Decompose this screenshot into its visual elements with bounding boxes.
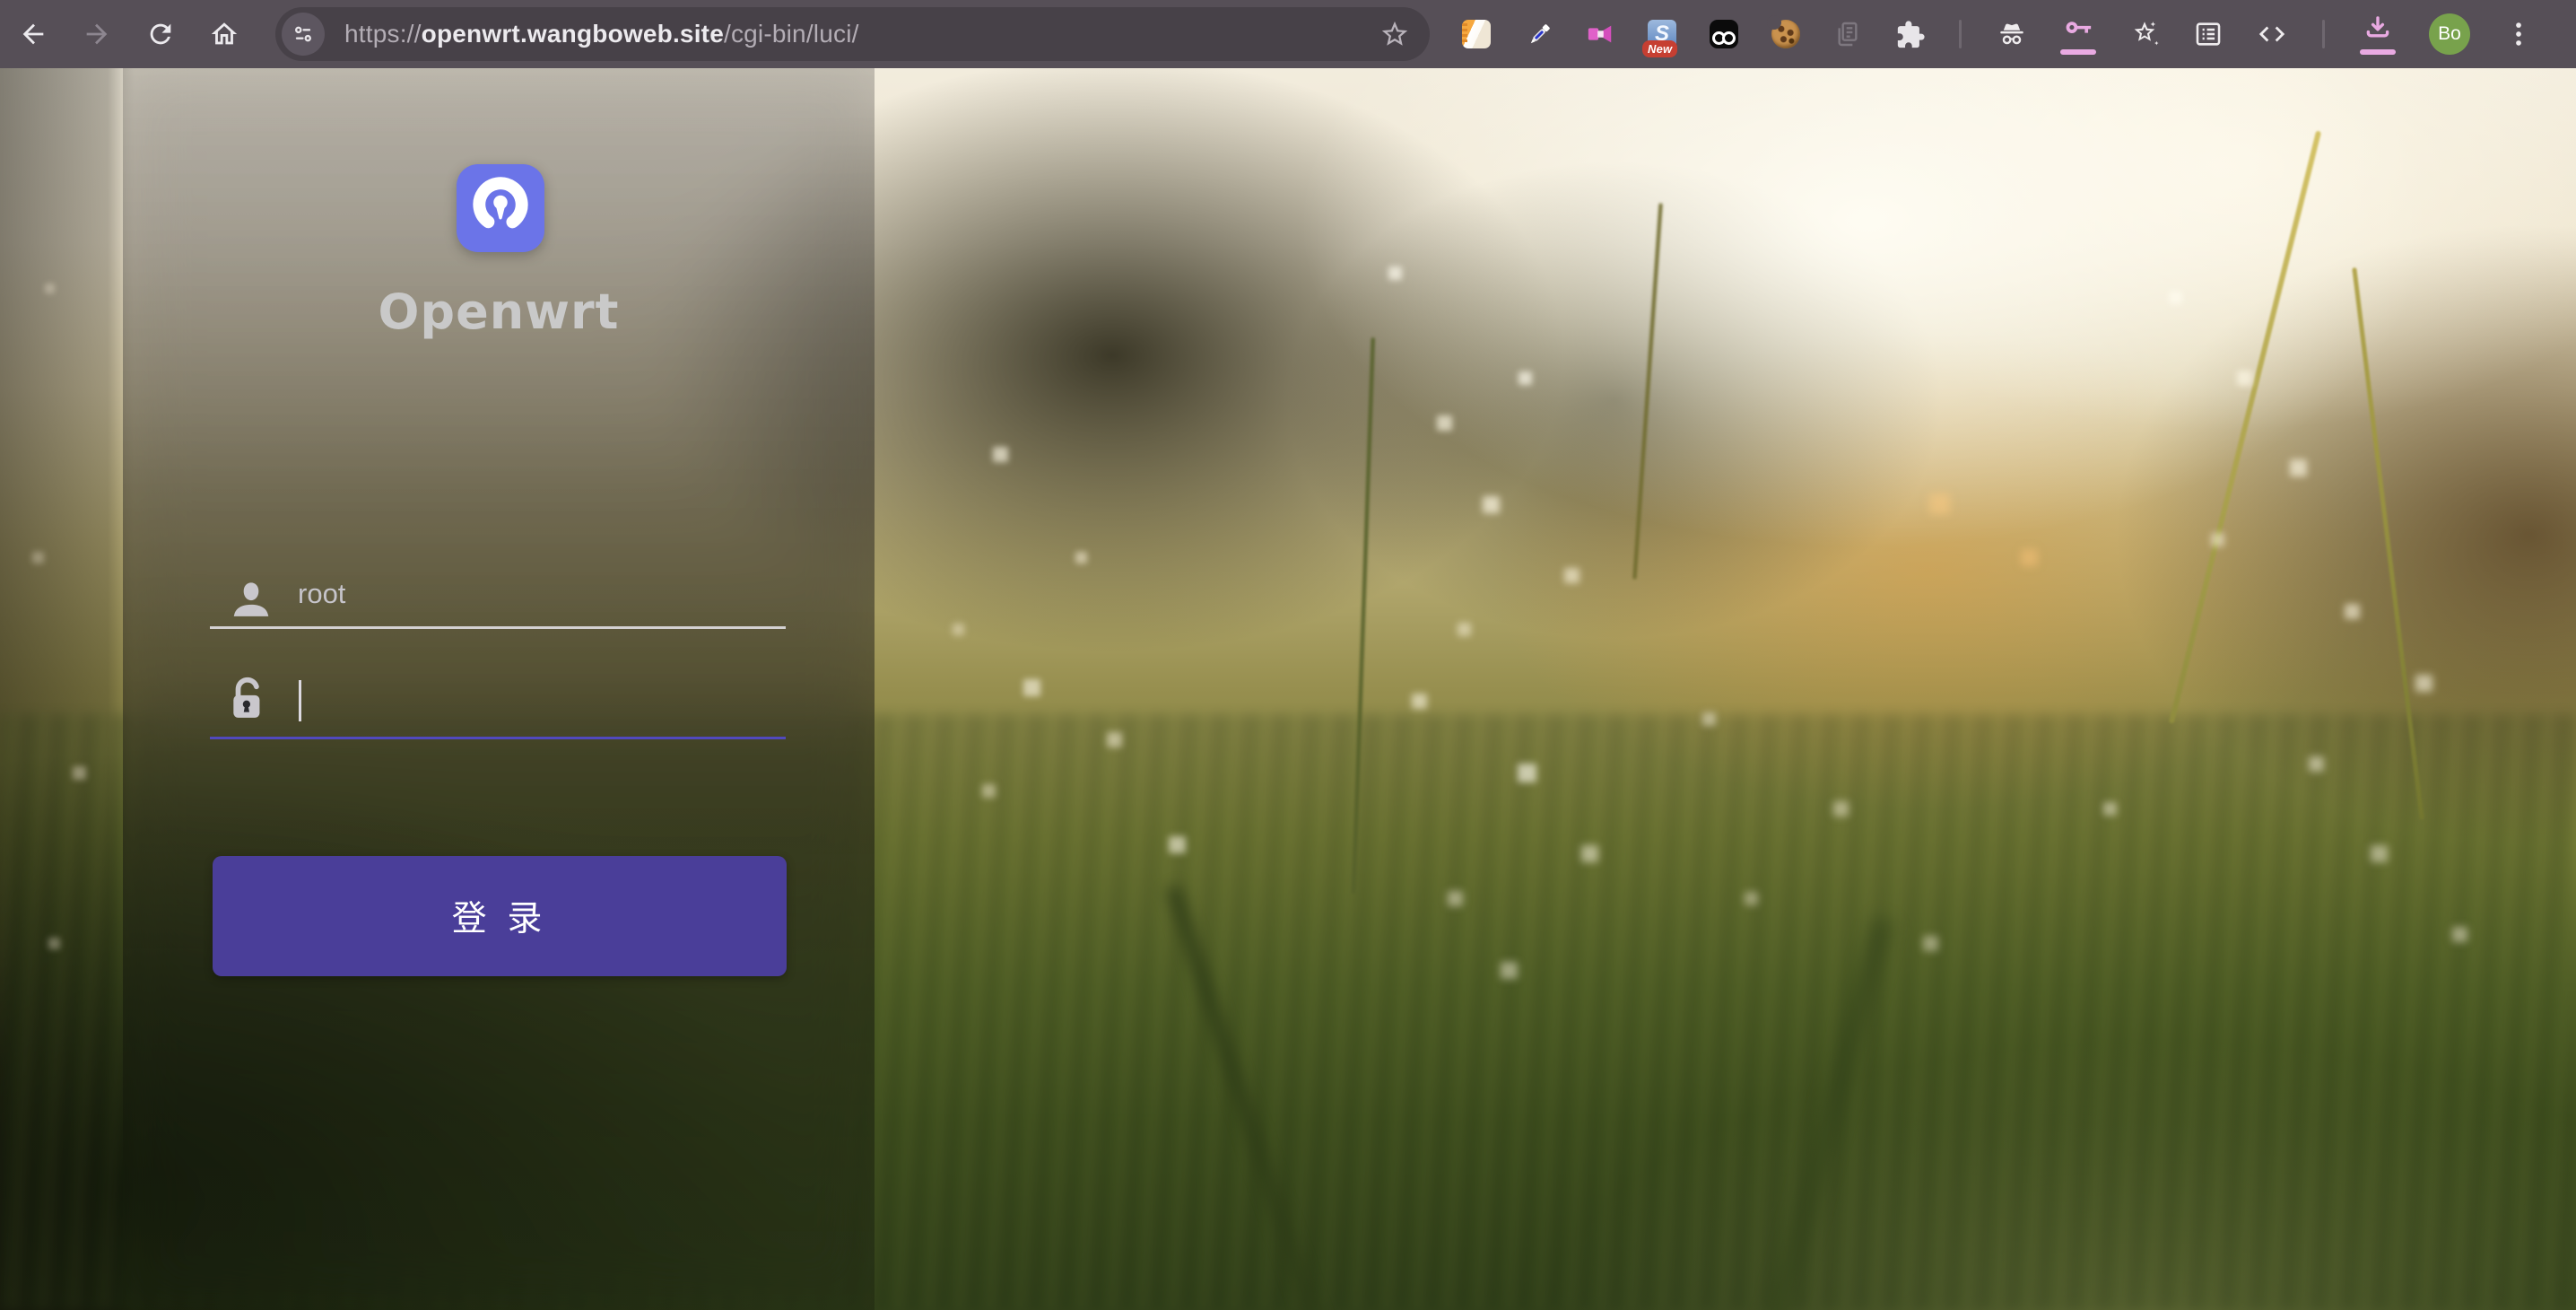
ruler-extension-icon[interactable] xyxy=(1462,20,1491,48)
nav-button-cluster xyxy=(18,0,239,68)
url-scheme: https:// xyxy=(344,20,422,48)
url-path: /cgi-bin/luci/ xyxy=(724,20,859,48)
login-page: Openwrt 登 录 xyxy=(0,68,2576,1310)
login-button[interactable]: 登 录 xyxy=(213,856,787,976)
login-glass-panel: Openwrt 登 录 xyxy=(123,68,875,1310)
starred-sparkle-icon[interactable] xyxy=(2129,19,2160,49)
avatar-label: Bo xyxy=(2438,23,2461,45)
toolbar-divider xyxy=(1959,20,1962,48)
copy-pages-extension-icon[interactable] xyxy=(1833,20,1862,48)
new-badge: New xyxy=(1642,40,1677,57)
brand-name: Openwrt xyxy=(123,284,875,340)
address-bar[interactable]: https://openwrt.wangboweb.site/cgi-bin/l… xyxy=(275,7,1430,61)
url-host: openwrt.wangboweb.site xyxy=(422,20,724,48)
back-icon[interactable] xyxy=(18,19,48,49)
password-key-wrap[interactable] xyxy=(2060,13,2096,55)
text-caret xyxy=(299,680,301,721)
username-underline xyxy=(210,626,786,629)
password-key-active-bar xyxy=(2060,49,2096,55)
oo-extension-icon[interactable] xyxy=(1710,20,1738,48)
incognito-icon[interactable] xyxy=(1997,19,2027,49)
password-input[interactable] xyxy=(298,678,782,721)
s-extension-icon[interactable]: S New xyxy=(1648,20,1676,48)
cookie-extension-icon[interactable] xyxy=(1771,20,1800,48)
reading-list-icon[interactable] xyxy=(2193,19,2224,49)
person-icon xyxy=(229,576,274,619)
dew-bokeh-lights xyxy=(0,68,1,69)
reload-icon[interactable] xyxy=(145,19,176,49)
toolbar-right-cluster: S New xyxy=(1462,0,2534,68)
password-underline-focused xyxy=(210,737,786,739)
toolbar-divider xyxy=(2322,20,2325,48)
downloads-wrap[interactable] xyxy=(2360,13,2396,55)
username-input[interactable] xyxy=(298,572,782,616)
unlock-icon xyxy=(227,675,272,721)
forward-icon[interactable] xyxy=(82,19,112,49)
video-extension-icon[interactable] xyxy=(1586,20,1614,48)
extensions-puzzle-icon[interactable] xyxy=(1895,20,1924,48)
site-settings-icon[interactable] xyxy=(282,13,325,56)
bookmark-star-icon[interactable] xyxy=(1379,19,1410,49)
openwrt-logo xyxy=(457,164,544,252)
eyedropper-extension-icon[interactable] xyxy=(1524,20,1553,48)
code-brackets-icon[interactable] xyxy=(2257,19,2287,49)
url-text[interactable]: https://openwrt.wangboweb.site/cgi-bin/l… xyxy=(344,20,1379,48)
menu-dots-icon[interactable] xyxy=(2503,19,2534,49)
profile-avatar[interactable]: Bo xyxy=(2429,13,2470,55)
password-key-icon[interactable] xyxy=(2063,13,2093,44)
home-icon[interactable] xyxy=(209,19,239,49)
browser-toolbar: https://openwrt.wangboweb.site/cgi-bin/l… xyxy=(0,0,2576,68)
download-active-bar xyxy=(2360,49,2396,55)
download-icon[interactable] xyxy=(2363,13,2393,44)
